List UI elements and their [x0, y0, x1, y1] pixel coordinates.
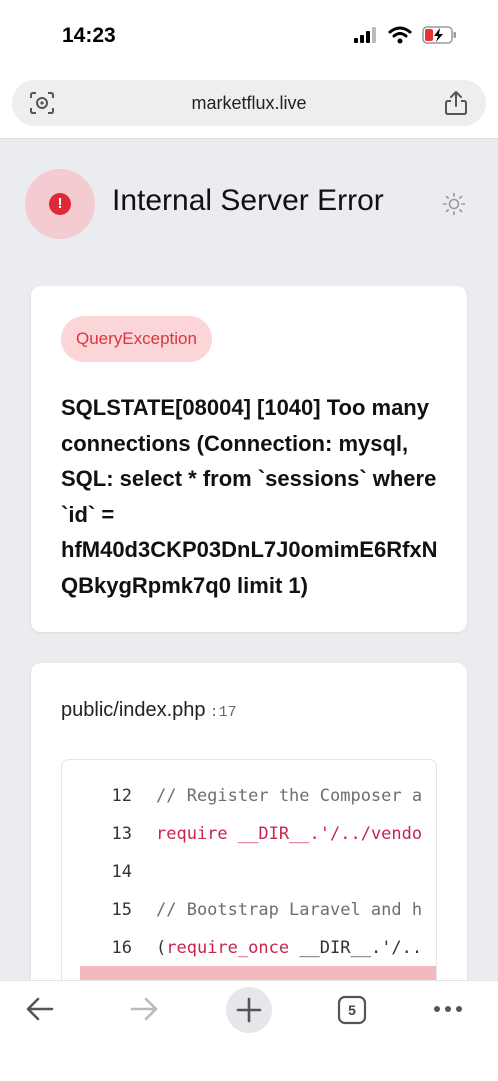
- code-snippet: 12 // Register the Composer a 13 require…: [61, 759, 437, 980]
- signal-icon: [354, 27, 376, 43]
- address-bar[interactable]: marketflux.live: [12, 80, 486, 126]
- code-line: 12 // Register the Composer a: [62, 786, 436, 824]
- stack-frame-card: public/index.php:17 12 // Register the C…: [31, 663, 467, 980]
- exception-message: SQLSTATE[08004] [1040] Too many connecti…: [61, 395, 438, 598]
- code-line: 16 (require_once __DIR__.'/..: [62, 938, 436, 976]
- browser-toolbar: marketflux.live: [0, 72, 498, 139]
- code-line: 13 require __DIR__.'/../vendo: [62, 824, 436, 862]
- status-bar: 14:23: [0, 0, 498, 72]
- code-paren: (: [156, 938, 167, 958]
- status-icons: [354, 26, 458, 44]
- exception-type-badge: QueryException: [61, 316, 212, 362]
- file-line-number: :17: [209, 704, 237, 721]
- line-number: 12: [111, 786, 132, 806]
- back-arrow-icon[interactable]: [24, 993, 56, 1025]
- new-tab-plus-icon[interactable]: [226, 987, 272, 1033]
- page-content: ! Internal Server Error QueryException S…: [0, 139, 498, 980]
- code-line: 14: [62, 862, 436, 900]
- tabs-count: 5: [348, 1002, 356, 1018]
- code-text: (require_once __DIR__.'/..: [156, 938, 422, 958]
- url-text[interactable]: marketflux.live: [12, 93, 486, 114]
- code-text: require __DIR__.'/../vendo: [156, 824, 422, 844]
- error-title: Internal Server Error: [112, 184, 384, 217]
- tab-switcher-button[interactable]: 5: [337, 995, 367, 1025]
- code-keyword: require_once: [166, 938, 290, 958]
- code-text: // Bootstrap Laravel and h: [156, 900, 423, 920]
- clock: 14:23: [62, 24, 116, 47]
- file-name: public/index.php: [61, 699, 206, 721]
- code-line: 15 // Bootstrap Laravel and h: [62, 900, 436, 938]
- error-badge: !: [25, 169, 95, 239]
- frame-file-path[interactable]: public/index.php:17: [61, 699, 237, 722]
- line-number: 14: [111, 862, 132, 882]
- line-number: 16: [111, 938, 132, 958]
- exclamation-icon: !: [49, 193, 71, 215]
- browser-bottom-toolbar: 5: [0, 980, 498, 1081]
- exception-card: QueryException SQLSTATE[08004] [1040] To…: [31, 286, 467, 632]
- code-keyword: require: [156, 824, 228, 844]
- code-rest: __DIR__.'/../vendo: [227, 824, 423, 844]
- theme-toggle-sun-icon[interactable]: [442, 192, 466, 216]
- line-number: 13: [111, 824, 132, 844]
- share-icon[interactable]: [444, 90, 468, 116]
- wifi-icon: [388, 26, 412, 44]
- code-text: // Register the Composer a: [156, 786, 423, 806]
- more-options-icon[interactable]: [432, 993, 464, 1025]
- code-rest: __DIR__.'/..: [289, 938, 423, 958]
- forward-arrow-icon[interactable]: [128, 993, 160, 1025]
- battery-charging-icon: [422, 26, 456, 44]
- line-number: 15: [111, 900, 132, 920]
